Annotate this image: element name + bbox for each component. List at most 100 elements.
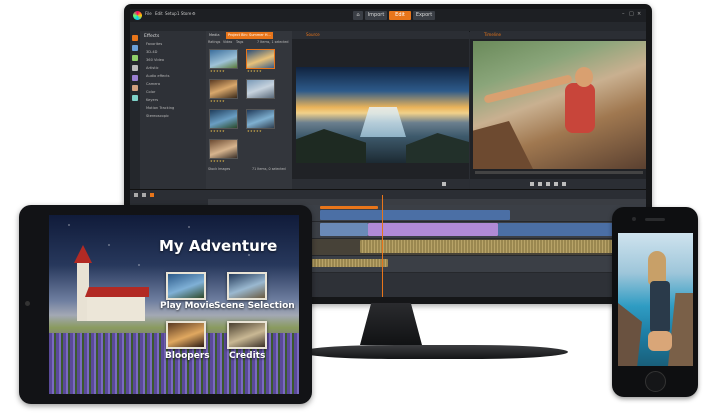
- scene-selection-button[interactable]: Scene Selection: [214, 301, 295, 311]
- effects-icon[interactable]: [132, 35, 138, 41]
- stock-count: 71 Items, 0 selected: [252, 167, 286, 171]
- library-count: 7 Items, 1 selected: [257, 40, 289, 44]
- title-clip[interactable]: [368, 223, 498, 236]
- source-video-frame[interactable]: [296, 67, 469, 163]
- rating-stars[interactable]: ★★★★★: [210, 159, 225, 163]
- play-movie-thumbnail[interactable]: [166, 272, 206, 300]
- menu-settings-icon[interactable]: ⚙: [192, 11, 196, 16]
- media-thumbnail[interactable]: [246, 109, 275, 129]
- category-item[interactable]: Keyers: [146, 98, 158, 102]
- music-icon[interactable]: [132, 75, 138, 81]
- play-button[interactable]: [442, 182, 446, 186]
- filter-tags[interactable]: Tags: [236, 40, 243, 44]
- library-tab-project-bin[interactable]: Project Bin: Summer H...: [226, 32, 273, 39]
- category-item[interactable]: Color: [146, 90, 155, 94]
- playhead[interactable]: [382, 195, 383, 297]
- scene-selection-thumbnail[interactable]: [227, 272, 267, 300]
- tablet-camera: [25, 301, 30, 306]
- category-item[interactable]: 3D-4D: [146, 50, 157, 54]
- media-thumbnail[interactable]: [209, 139, 238, 159]
- scrub-bar[interactable]: [475, 171, 643, 174]
- media-thumbnail[interactable]: [209, 79, 238, 99]
- timeline-label: Timeline: [484, 32, 502, 37]
- category-item[interactable]: 360 Video: [146, 58, 164, 62]
- media-thumbnail[interactable]: [246, 49, 275, 69]
- credits-button[interactable]: Credits: [229, 351, 265, 361]
- step-back-button[interactable]: [538, 182, 542, 186]
- maximize-icon[interactable]: □: [629, 11, 634, 17]
- video-clip[interactable]: [320, 223, 368, 236]
- menu-setup[interactable]: Setup: [165, 11, 177, 16]
- tab-export[interactable]: Export: [413, 11, 435, 20]
- media-thumbnail[interactable]: [246, 79, 275, 99]
- timeline-transport: [470, 179, 646, 189]
- sound-icon[interactable]: [132, 95, 138, 101]
- stock-images-label[interactable]: Stock Images: [208, 167, 230, 171]
- cliff-shape: [668, 293, 693, 366]
- tool-icon[interactable]: [134, 193, 138, 197]
- play-button[interactable]: [546, 182, 550, 186]
- video-clip[interactable]: [320, 210, 510, 220]
- audio-clip[interactable]: [360, 240, 642, 253]
- rating-stars[interactable]: ★★★★★: [210, 129, 225, 133]
- menu-file[interactable]: File: [145, 11, 152, 16]
- category-item[interactable]: Camera: [146, 82, 160, 86]
- timeline-video-frame[interactable]: [473, 41, 646, 169]
- phone-camera: [632, 217, 636, 221]
- bloopers-button[interactable]: Bloopers: [165, 351, 210, 361]
- minimize-icon[interactable]: –: [622, 11, 625, 17]
- church-body: [87, 295, 145, 321]
- montage-icon[interactable]: [132, 85, 138, 91]
- menu-store[interactable]: 1 Store: [177, 11, 191, 16]
- phone-home-button[interactable]: [645, 371, 666, 392]
- credits-thumbnail[interactable]: [227, 321, 267, 349]
- waterfall-shape: [360, 107, 406, 137]
- phone-screen: [618, 233, 693, 366]
- tab-import[interactable]: Import: [365, 11, 387, 20]
- rating-stars[interactable]: ★★★★★: [247, 69, 262, 73]
- rock-shape: [406, 133, 469, 163]
- clip-marker[interactable]: [320, 206, 378, 209]
- category-item[interactable]: Audio effects: [146, 74, 170, 78]
- app-logo-icon: [133, 11, 142, 20]
- step-forward-button[interactable]: [554, 182, 558, 186]
- category-item[interactable]: Stereoscopic: [146, 114, 169, 118]
- source-label: Source: [306, 32, 320, 37]
- phone-speaker: [645, 218, 665, 221]
- church-roof: [85, 287, 149, 297]
- hand-shape: [648, 331, 672, 351]
- effects-panel: [130, 31, 206, 189]
- fast-forward-button[interactable]: [562, 182, 566, 186]
- rating-stars[interactable]: ★★★★★: [210, 99, 225, 103]
- source-preview-panel: Source: [292, 31, 469, 189]
- bloopers-thumbnail[interactable]: [166, 321, 206, 349]
- text-icon[interactable]: [132, 65, 138, 71]
- rating-stars[interactable]: ★★★★★: [210, 69, 225, 73]
- cliff-shape: [618, 303, 642, 366]
- arm-shape: [483, 74, 573, 104]
- titles-icon[interactable]: [132, 55, 138, 61]
- panel-icon-strip: [130, 31, 140, 189]
- source-transport: [292, 179, 469, 189]
- filter-video[interactable]: Video: [223, 40, 232, 44]
- rock-shape: [296, 129, 366, 163]
- category-item[interactable]: Motion Tracking: [146, 106, 174, 110]
- home-icon[interactable]: ⌂: [353, 11, 363, 20]
- menu-edit[interactable]: Edit: [155, 11, 163, 16]
- category-item[interactable]: Artistic: [146, 66, 159, 70]
- category-item[interactable]: Favorites: [146, 42, 162, 46]
- rating-stars[interactable]: ★★★★★: [247, 129, 262, 133]
- rewind-button[interactable]: [530, 182, 534, 186]
- panel-title: Effects: [144, 34, 160, 39]
- media-thumbnail[interactable]: [209, 109, 238, 129]
- tool-icon[interactable]: [142, 193, 146, 197]
- filter-ratings[interactable]: Ratings: [208, 40, 220, 44]
- transitions-icon[interactable]: [132, 45, 138, 51]
- play-movie-button[interactable]: Play Movie: [160, 301, 215, 311]
- library-tab-media[interactable]: Media: [207, 32, 222, 39]
- tab-edit[interactable]: Edit: [389, 11, 411, 20]
- audio-clip[interactable]: [308, 259, 388, 267]
- tool-icon[interactable]: [150, 193, 154, 197]
- close-icon[interactable]: ×: [637, 11, 641, 17]
- media-thumbnail[interactable]: [209, 49, 238, 69]
